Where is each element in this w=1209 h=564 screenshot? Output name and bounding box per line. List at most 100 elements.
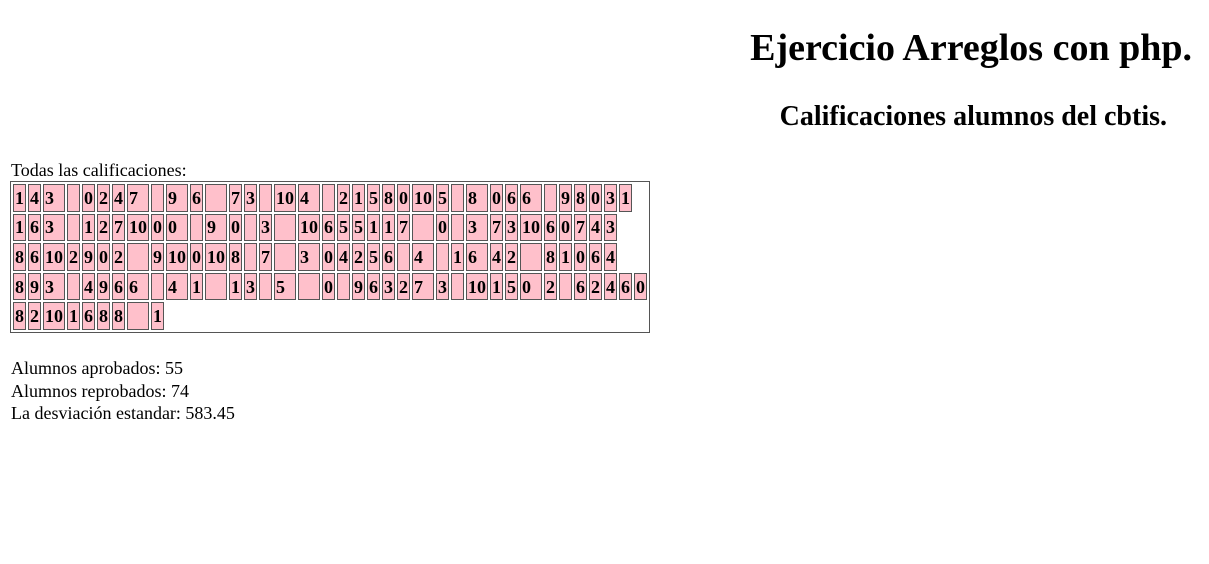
grade-cell: 3 <box>436 272 449 301</box>
grade-cell: 1 <box>367 213 380 242</box>
grade-cell: 1 <box>13 184 26 212</box>
grade-cell: 8 <box>544 243 557 271</box>
grade-cell: 5 <box>352 213 365 242</box>
grade-cell: 9 <box>151 243 164 271</box>
grade-cell: 0 <box>589 184 602 212</box>
grade-cell: 0 <box>634 272 647 301</box>
grade-cell: 2 <box>97 213 110 242</box>
grade-cell: 0 <box>574 243 587 271</box>
grade-cell: 2 <box>505 243 518 271</box>
grade-cell: 3 <box>604 184 617 212</box>
grade-cell: 3 <box>259 213 272 242</box>
grade-cell: 0 <box>559 213 572 242</box>
grade-cell: 4 <box>298 184 320 212</box>
grade-cell: 6 <box>112 272 125 301</box>
grade-cell: 5 <box>337 213 350 242</box>
grade-cell: 3 <box>466 213 488 242</box>
grade-cell: 4 <box>412 243 434 271</box>
grade-cell: 8 <box>13 272 26 301</box>
grade-cell: 10 <box>166 243 188 271</box>
grade-cell <box>436 243 449 271</box>
grade-cell: 6 <box>589 243 602 271</box>
grade-cell: 2 <box>337 184 350 212</box>
grade-cell <box>322 184 335 212</box>
grade-cell: 6 <box>544 213 557 242</box>
grade-cell: 4 <box>589 213 602 242</box>
grade-cell: 2 <box>397 272 410 301</box>
grade-cell: 7 <box>574 213 587 242</box>
grade-cell: 4 <box>490 243 503 271</box>
grade-cell <box>259 184 272 212</box>
grade-cell: 9 <box>82 243 95 271</box>
grade-cell <box>451 272 464 301</box>
grade-cell: 4 <box>604 272 617 301</box>
grade-cell <box>67 213 80 242</box>
grade-cell <box>127 243 149 271</box>
grade-cell <box>205 184 227 212</box>
grade-cell: 10 <box>205 243 227 271</box>
grade-cell: 3 <box>43 272 65 301</box>
grade-cell: 6 <box>127 272 149 301</box>
grade-cell: 9 <box>28 272 41 301</box>
grade-cell: 6 <box>619 272 632 301</box>
grade-cell: 1 <box>229 272 242 301</box>
grades-row: 8 6 10 2 9 0 2 9 10 0 10 8 7 3 0 4 2 5 6 4 1 6 4 2 8 1 0 6 4 <box>13 243 647 271</box>
grade-cell <box>190 213 203 242</box>
grade-cell <box>520 243 542 271</box>
grade-cell: 0 <box>397 184 410 212</box>
grade-cell: 6 <box>322 213 335 242</box>
grade-cell: 6 <box>367 272 380 301</box>
all-grades-label: Todas las calificaciones: <box>11 160 187 180</box>
grade-cell: 7 <box>397 213 410 242</box>
grade-cell <box>274 243 296 271</box>
grade-cell <box>451 213 464 242</box>
grade-cell: 0 <box>97 243 110 271</box>
approved-count: Alumnos aprobados: 55 <box>11 358 183 378</box>
grade-cell <box>244 213 257 242</box>
grade-cell: 5 <box>274 272 296 301</box>
grade-cell <box>412 213 434 242</box>
grade-cell: 3 <box>505 213 518 242</box>
grade-cell: 1 <box>82 213 95 242</box>
grade-cell: 0 <box>322 272 335 301</box>
grade-cell: 6 <box>28 243 41 271</box>
grade-cell: 4 <box>28 184 41 212</box>
grade-cell: 8 <box>382 184 395 212</box>
grade-cell: 5 <box>505 272 518 301</box>
stats-summary: Alumnos aprobados: 55 Alumnos reprobados… <box>11 357 235 425</box>
grade-cell: 1 <box>190 272 203 301</box>
grade-cell: 2 <box>67 243 80 271</box>
grade-cell <box>151 272 164 301</box>
grade-cell: 7 <box>259 243 272 271</box>
grade-cell: 9 <box>205 213 227 242</box>
grade-cell: 3 <box>244 184 257 212</box>
grade-cell: 6 <box>82 302 95 330</box>
grade-cell: 7 <box>490 213 503 242</box>
grade-cell <box>151 184 164 212</box>
grade-cell: 0 <box>322 243 335 271</box>
grade-cell: 6 <box>28 213 41 242</box>
grade-cell: 3 <box>298 243 320 271</box>
grade-cell: 2 <box>112 243 125 271</box>
grade-cell: 10 <box>274 184 296 212</box>
grade-cell: 3 <box>43 184 65 212</box>
grade-cell: 8 <box>574 184 587 212</box>
grade-cell: 0 <box>82 184 95 212</box>
grade-cell: 2 <box>544 272 557 301</box>
grade-cell: 10 <box>127 213 149 242</box>
grade-cell: 0 <box>520 272 542 301</box>
grade-cell: 3 <box>43 213 65 242</box>
grade-cell: 5 <box>436 184 449 212</box>
grade-cell: 6 <box>520 184 542 212</box>
grade-cell <box>451 184 464 212</box>
grade-cell: 5 <box>367 184 380 212</box>
grade-cell: 6 <box>466 243 488 271</box>
page-title: Ejercicio Arreglos con php. <box>750 27 1192 69</box>
grade-cell: 8 <box>13 302 26 330</box>
grade-cell: 0 <box>151 213 164 242</box>
grades-table: 1 4 3 0 2 4 7 9 6 7 3 10 4 2 1 5 8 0 10 5 8 0 6 6 9 8 0 3 1 1 6 3 1 2 7 10 0… <box>10 181 650 333</box>
grade-cell: 1 <box>451 243 464 271</box>
grade-cell: 3 <box>382 272 395 301</box>
grades-row: 1 4 3 0 2 4 7 9 6 7 3 10 4 2 1 5 8 0 10 5 8 0 6 6 9 8 0 3 1 <box>13 184 647 212</box>
failed-count: Alumnos reprobados: 74 <box>11 380 189 401</box>
